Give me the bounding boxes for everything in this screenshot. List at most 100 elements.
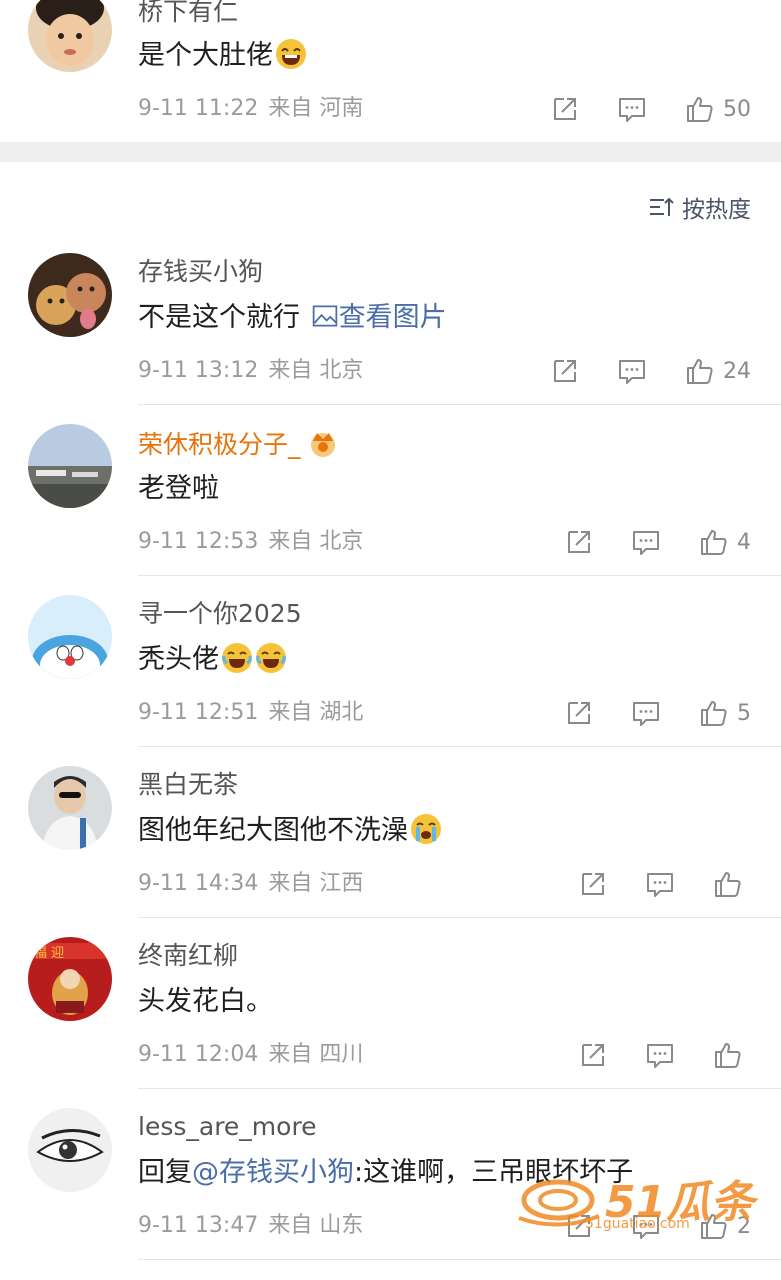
comment-meta: 9-11 12:51 来自 湖北 [138,698,363,728]
forward-button[interactable] [577,869,607,899]
comment-text-body: 不是这个就行 [138,302,300,333]
reply-button[interactable] [631,527,661,557]
comment-text: 是个大肚佬 [138,38,307,74]
comment-text-body: 是个大肚佬 [138,40,273,71]
comment-time: 9-11 13:12 [138,358,259,383]
avatar[interactable] [28,595,112,679]
comment-source: 来自 北京 [268,529,364,554]
comment-meta: 9-11 14:34 来自 江西 [138,869,363,899]
mention-link[interactable]: @存钱买小狗 [192,1157,354,1188]
comment-text: 秃头佬 [138,642,287,678]
share-icon [554,98,576,120]
like-button[interactable]: 4 [699,527,751,557]
comment-icon [619,360,645,384]
username-label: 荣休积极分子_ [138,430,301,459]
comment-actions: 24 [511,354,751,388]
reply-button[interactable] [617,94,647,124]
divider [138,404,781,405]
divider [138,746,781,747]
sort-label: 按热度 [682,197,751,223]
comment-text: 不是这个就行 查看图片 [138,300,447,336]
username[interactable]: 黑白无茶 [138,769,238,801]
crown-badge-icon [310,433,335,457]
like-button[interactable] [713,869,751,899]
comment-time: 9-11 12:04 [138,1042,259,1067]
sort-icon [650,197,674,216]
avatar[interactable] [28,0,112,72]
like-count: 24 [723,358,751,384]
forward-button[interactable] [549,356,579,386]
comment-source: 来自 江西 [268,871,364,896]
sort-by-hot-button[interactable]: 按热度 [648,190,751,224]
svg-text:福 迎: 福 迎 [34,946,64,961]
forward-button[interactable] [563,698,593,728]
username[interactable]: 荣休积极分子_ [138,427,339,461]
comment-actions: 50 [511,92,751,126]
avatar[interactable]: 福 迎 [28,937,112,1021]
thumbs-up-icon [715,872,741,897]
like-count: 50 [723,96,751,122]
username[interactable]: 寻一个你2025 [138,598,302,630]
comment-text: 老登啦 [138,473,219,504]
thumbs-up-icon [701,701,727,726]
thumbs-up-icon [701,530,727,555]
avatar[interactable] [28,424,112,508]
comment-meta: 9-11 12:04 来自 四川 [138,1040,363,1070]
comment-text-body: 图他年纪大图他不洗澡 [138,815,408,846]
comment-time: 9-11 14:34 [138,871,259,896]
share-icon [568,702,590,724]
username[interactable]: 终南红柳 [138,940,238,972]
divider [138,575,781,576]
image-icon [312,305,337,327]
comment-meta: 9-11 11:22 来自 河南 [138,94,363,124]
avatar[interactable] [28,253,112,337]
comment-source: 来自 北京 [268,358,364,383]
reply-prefix: 回复 [138,1157,192,1188]
like-button[interactable]: 50 [685,94,751,124]
like-button[interactable] [713,1040,751,1070]
watermark-url: 51guatiao.com [585,1216,690,1232]
comment-actions [539,867,751,901]
comment-source: 来自 河南 [268,96,364,121]
share-icon [554,360,576,382]
thumbs-up-icon [687,359,713,384]
comment-icon [647,1044,673,1068]
username[interactable]: 桥下有仁 [138,0,238,28]
comment-icon [647,873,673,897]
comment-time: 9-11 12:51 [138,700,259,725]
forward-button[interactable] [577,1040,607,1070]
like-button[interactable]: 24 [685,356,751,386]
comment-source: 来自 湖北 [268,700,364,725]
forward-button[interactable] [549,94,579,124]
comment-meta: 9-11 13:12 来自 北京 [138,356,363,386]
section-separator [0,142,781,162]
comment-actions [539,1038,751,1072]
reply-button[interactable] [631,698,661,728]
comment-text-body: 秃头佬 [138,644,219,675]
like-count: 5 [737,700,751,726]
reply-button[interactable] [645,1040,675,1070]
comment-actions: 5 [525,696,751,730]
share-icon [582,1044,604,1066]
username[interactable]: less_are_more [138,1111,317,1143]
comment-meta: 9-11 13:47 来自 山东 [138,1211,363,1241]
thumbs-up-icon [715,1043,741,1068]
thumbs-up-icon [687,97,713,122]
comment-icon [619,98,645,122]
divider [138,1088,781,1089]
reply-button[interactable] [617,356,647,386]
username[interactable]: 存钱买小狗 [138,256,263,288]
comment-time: 9-11 13:47 [138,1213,259,1238]
forward-button[interactable] [563,527,593,557]
comment-actions: 4 [525,525,751,559]
reply-button[interactable] [645,869,675,899]
like-button[interactable]: 5 [699,698,751,728]
divider [138,917,781,918]
view-image-label: 查看图片 [338,302,447,333]
share-icon [568,531,590,553]
view-image-link[interactable]: 查看图片 [309,302,447,333]
comment-source: 来自 四川 [268,1042,364,1067]
avatar[interactable] [28,766,112,850]
avatar[interactable] [28,1108,112,1192]
comment-text: 图他年纪大图他不洗澡 [138,813,442,849]
